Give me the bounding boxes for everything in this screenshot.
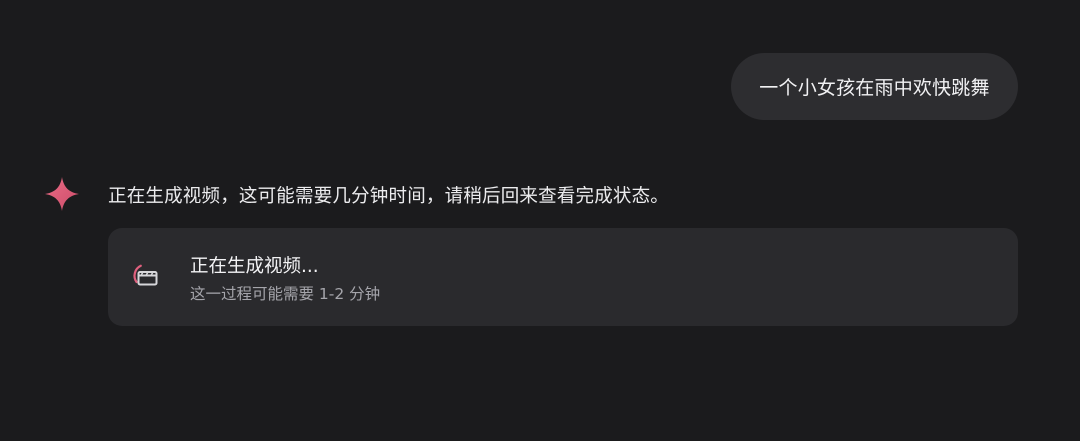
chat-screen: 一个小女孩在雨中欢快跳舞 正在生成视频，这可能需要几分钟时间，请稍后回来查看完成… [0,0,1080,441]
sparkle-icon [42,174,82,214]
assistant-message-text: 正在生成视频，这可能需要几分钟时间，请稍后回来查看完成状态。 [108,186,670,207]
assistant-message-row: 正在生成视频，这可能需要几分钟时间，请稍后回来查看完成状态。 [0,170,1080,218]
video-generation-progress-icon [126,254,166,294]
video-generation-status-card: 正在生成视频... 这一过程可能需要 1-2 分钟 [108,228,1018,326]
user-message-text: 一个小女孩在雨中欢快跳舞 [759,77,990,99]
generation-status-title: 正在生成视频... [190,256,319,277]
generation-status-subtitle: 这一过程可能需要 1-2 分钟 [190,285,381,303]
user-message-bubble: 一个小女孩在雨中欢快跳舞 [731,53,1018,120]
